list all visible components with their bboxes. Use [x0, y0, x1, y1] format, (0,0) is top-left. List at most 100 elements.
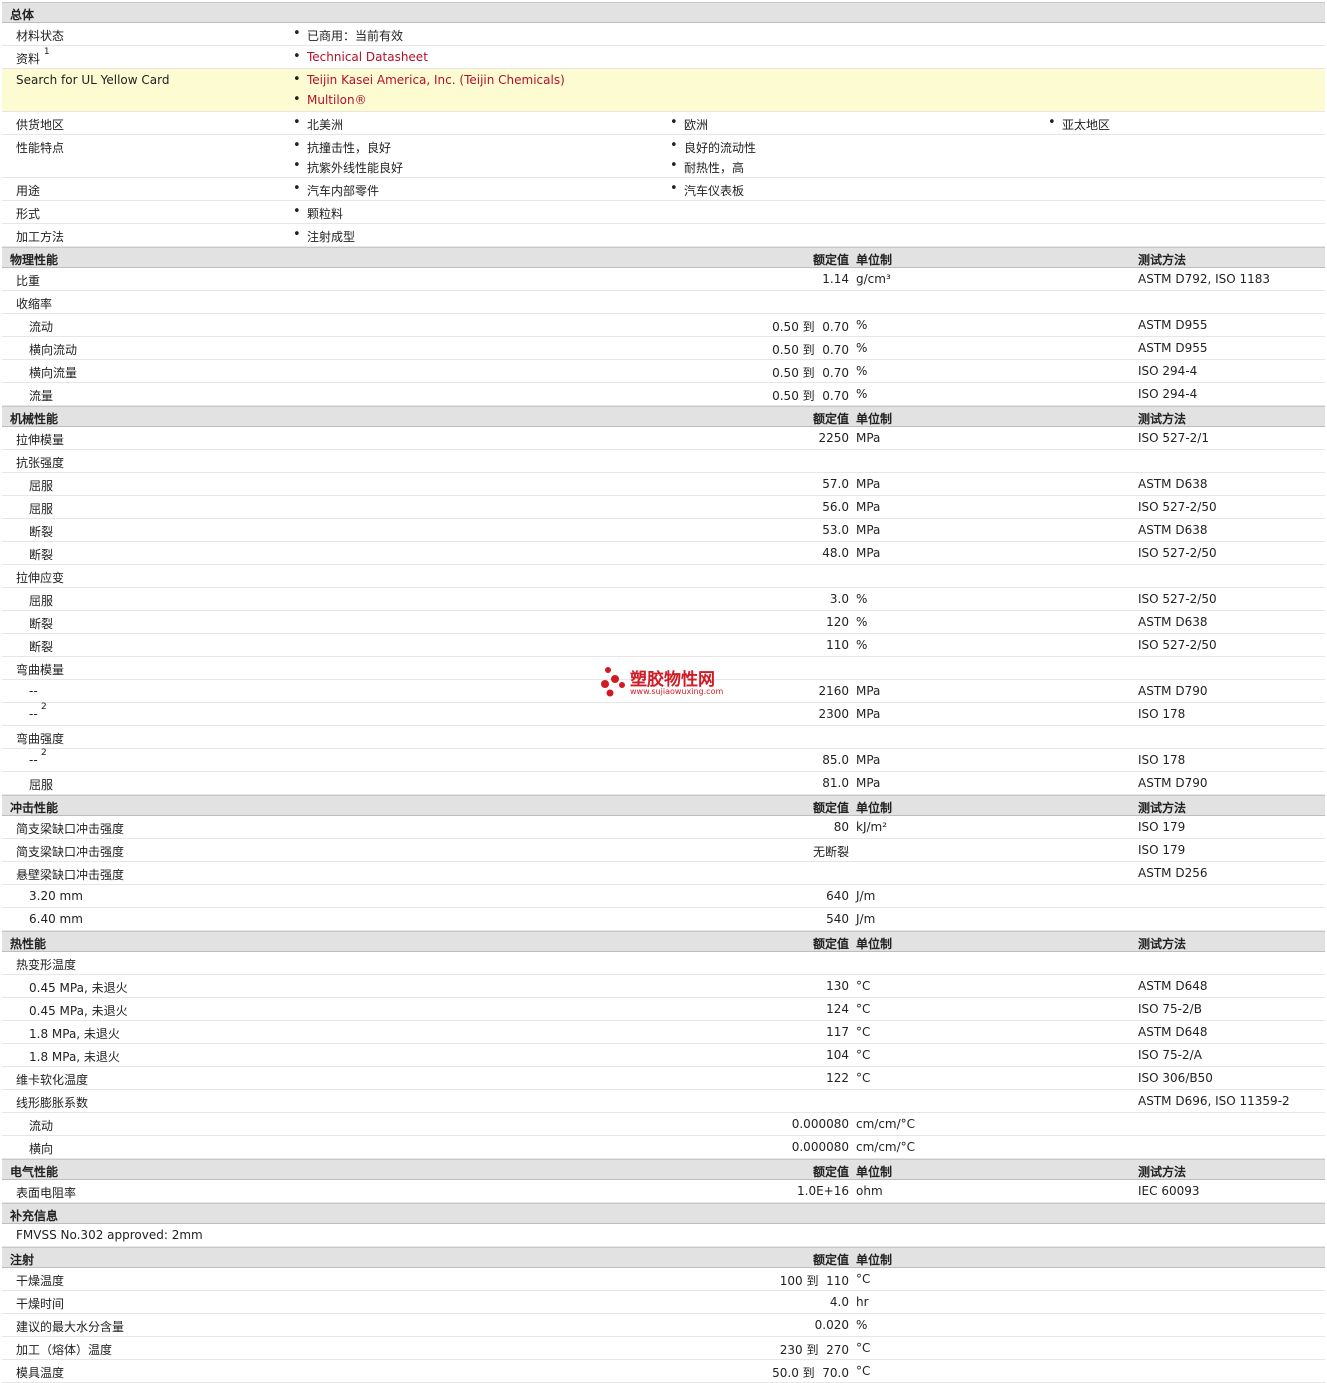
- test-method: ASTM D792, ISO 1183: [1138, 272, 1271, 286]
- nominal-value: 130: [826, 979, 849, 993]
- property-row: 3.20 mm 640 J/m: [2, 885, 1325, 908]
- row-label: 用途: [16, 184, 41, 198]
- test-method: ASTM D790: [1138, 776, 1208, 790]
- nominal-value: 540: [826, 912, 849, 926]
- section-title: 电气性能: [10, 1165, 59, 1179]
- row-label: 线形膨胀系数: [16, 1096, 89, 1110]
- nominal-value: 0.50 到 0.70: [772, 389, 849, 403]
- multilon-link[interactable]: Multilon®: [293, 92, 367, 107]
- col-nominal: 额定值: [812, 412, 849, 426]
- unit: °C: [856, 1048, 871, 1062]
- test-method: ISO 306/B50: [1138, 1071, 1213, 1085]
- col-nominal: 额定值: [812, 1165, 849, 1179]
- physical-rows: 比重 1.14 g/cm³ ASTM D792, ISO 1183 收缩率 流动 0.50 …: [2, 268, 1325, 406]
- row-label: 屈服: [29, 778, 54, 792]
- test-method: ISO 527-2/50: [1138, 500, 1217, 514]
- property-row: 弯曲强度: [2, 726, 1325, 749]
- nominal-value: 无断裂: [812, 845, 849, 859]
- nominal-value: 122: [826, 1071, 849, 1085]
- row-label: 屈服: [29, 502, 54, 516]
- property-row: 屈服 3.0% ISO 527-2/50: [2, 588, 1325, 611]
- nominal-value: 0.000080: [791, 1117, 849, 1131]
- property-row: 屈服 57.0 MPa ASTM D638: [2, 473, 1325, 496]
- test-method: ISO 179: [1138, 843, 1186, 857]
- electrical-rows: 表面电阻率 1.0E+16 ohm IEC 60093: [2, 1180, 1325, 1203]
- nominal-value: 2250: [818, 431, 849, 445]
- nominal-value: 104: [826, 1048, 849, 1062]
- row-features: 性能特点 抗撞击性，良好 良好的流动性 抗紫外线性能良好 耐热性，高: [2, 135, 1325, 178]
- row-label: 资料: [16, 52, 41, 66]
- teijin-link[interactable]: Teijin Kasei America, Inc. (Teijin Chemi…: [293, 72, 565, 87]
- row-label: 抗张强度: [16, 456, 65, 470]
- row-label: 断裂: [29, 525, 54, 539]
- section-title: 机械性能: [10, 412, 59, 426]
- test-method: ISO 75-2/B: [1138, 1002, 1202, 1016]
- unit: °C: [856, 1341, 871, 1355]
- row-label: 弯曲模量: [16, 663, 65, 677]
- nominal-value: 124: [826, 1002, 849, 1016]
- test-method: ISO 527-2/50: [1138, 546, 1217, 560]
- test-method: ISO 527-2/50: [1138, 638, 1217, 652]
- col-unit: 单位制: [856, 253, 893, 267]
- test-method: ASTM D638: [1138, 477, 1208, 491]
- test-method: ASTM D696, ISO 11359-2: [1138, 1094, 1290, 1108]
- property-row: 简支梁缺口冲击强度 无断裂 ISO 179: [2, 839, 1325, 862]
- property-row: 0.45 MPa, 未退火 124 °C ISO 75-2/B: [2, 998, 1325, 1021]
- row-documents: 资料 1 Technical Datasheet: [2, 46, 1325, 69]
- row-label: 模具温度: [16, 1366, 65, 1380]
- col-nominal: 额定值: [812, 253, 849, 267]
- section-header-supplement: 补充信息: [2, 1203, 1325, 1224]
- property-row: 断裂 53.0 MPa ASTM D638: [2, 519, 1325, 542]
- row-label: 拉伸应变: [16, 571, 65, 585]
- nominal-value: 100 到 110: [779, 1274, 849, 1288]
- unit: %: [856, 318, 868, 332]
- row-label: 加工（熔体）温度: [16, 1343, 113, 1357]
- unit: %: [856, 615, 868, 629]
- nominal-value: 110: [826, 638, 849, 652]
- use-item: 汽车仪表板: [670, 181, 744, 199]
- nominal-value: 50.0 到 70.0: [772, 1366, 849, 1380]
- row-label: 横向: [29, 1142, 54, 1156]
- nominal-value: 0.50 到 0.70: [772, 343, 849, 357]
- row-label: --: [29, 684, 38, 698]
- test-method: IEC 60093: [1138, 1184, 1200, 1198]
- property-row: 横向流量 0.50 到 0.70% ISO 294-4: [2, 360, 1325, 383]
- col-method: 测试方法: [1138, 253, 1187, 267]
- row-label: 屈服: [29, 594, 54, 608]
- row-label: 3.20 mm: [29, 889, 83, 903]
- form-item: 颗粒料: [293, 204, 343, 222]
- nominal-value: 230 到 270: [779, 1343, 849, 1357]
- nominal-value: 3.0: [829, 592, 849, 606]
- row-label: 6.40 mm: [29, 912, 83, 926]
- row-label: 屈服: [29, 479, 54, 493]
- unit: %: [856, 364, 868, 378]
- section-header-electrical: 电气性能 额定值 单位制 测试方法: [2, 1159, 1325, 1180]
- nominal-value: 0.50 到 0.70: [772, 366, 849, 380]
- unit: %: [856, 638, 868, 652]
- nominal-value: 81.0: [822, 776, 849, 790]
- property-row: 抗张强度: [2, 450, 1325, 473]
- unit: MPa: [856, 684, 881, 698]
- unit: cm/cm/°C: [856, 1117, 916, 1131]
- property-row: 简支梁缺口冲击强度 80 kJ/m² ISO 179: [2, 816, 1325, 839]
- technical-datasheet-link[interactable]: Technical Datasheet: [293, 49, 428, 64]
- use-item: 汽车内部零件: [293, 181, 379, 199]
- row-label: 1.8 MPa, 未退火: [29, 1050, 120, 1064]
- section-title: 补充信息: [10, 1209, 59, 1223]
- row-processing: 加工方法 注射成型: [2, 224, 1325, 247]
- unit: MPa: [856, 776, 881, 790]
- section-title: 热性能: [10, 937, 47, 951]
- col-method: 测试方法: [1138, 1165, 1187, 1179]
- test-method: ASTM D256: [1138, 866, 1208, 880]
- row-label: 建议的最大水分含量: [16, 1320, 125, 1334]
- property-row: 横向 0.000080 cm/cm/°C: [2, 1136, 1325, 1159]
- unit: J/m: [856, 889, 876, 903]
- col-method: 测试方法: [1138, 412, 1187, 426]
- row-ul-yellow-card: Search for UL Yellow Card Teijin Kasei A…: [2, 69, 1325, 112]
- unit: MPa: [856, 753, 881, 767]
- unit: °C: [856, 1272, 871, 1286]
- test-method: ASTM D648: [1138, 979, 1208, 993]
- property-row: 拉伸应变: [2, 565, 1325, 588]
- col-method: 测试方法: [1138, 937, 1187, 951]
- row-label: 简支梁缺口冲击强度: [16, 845, 125, 859]
